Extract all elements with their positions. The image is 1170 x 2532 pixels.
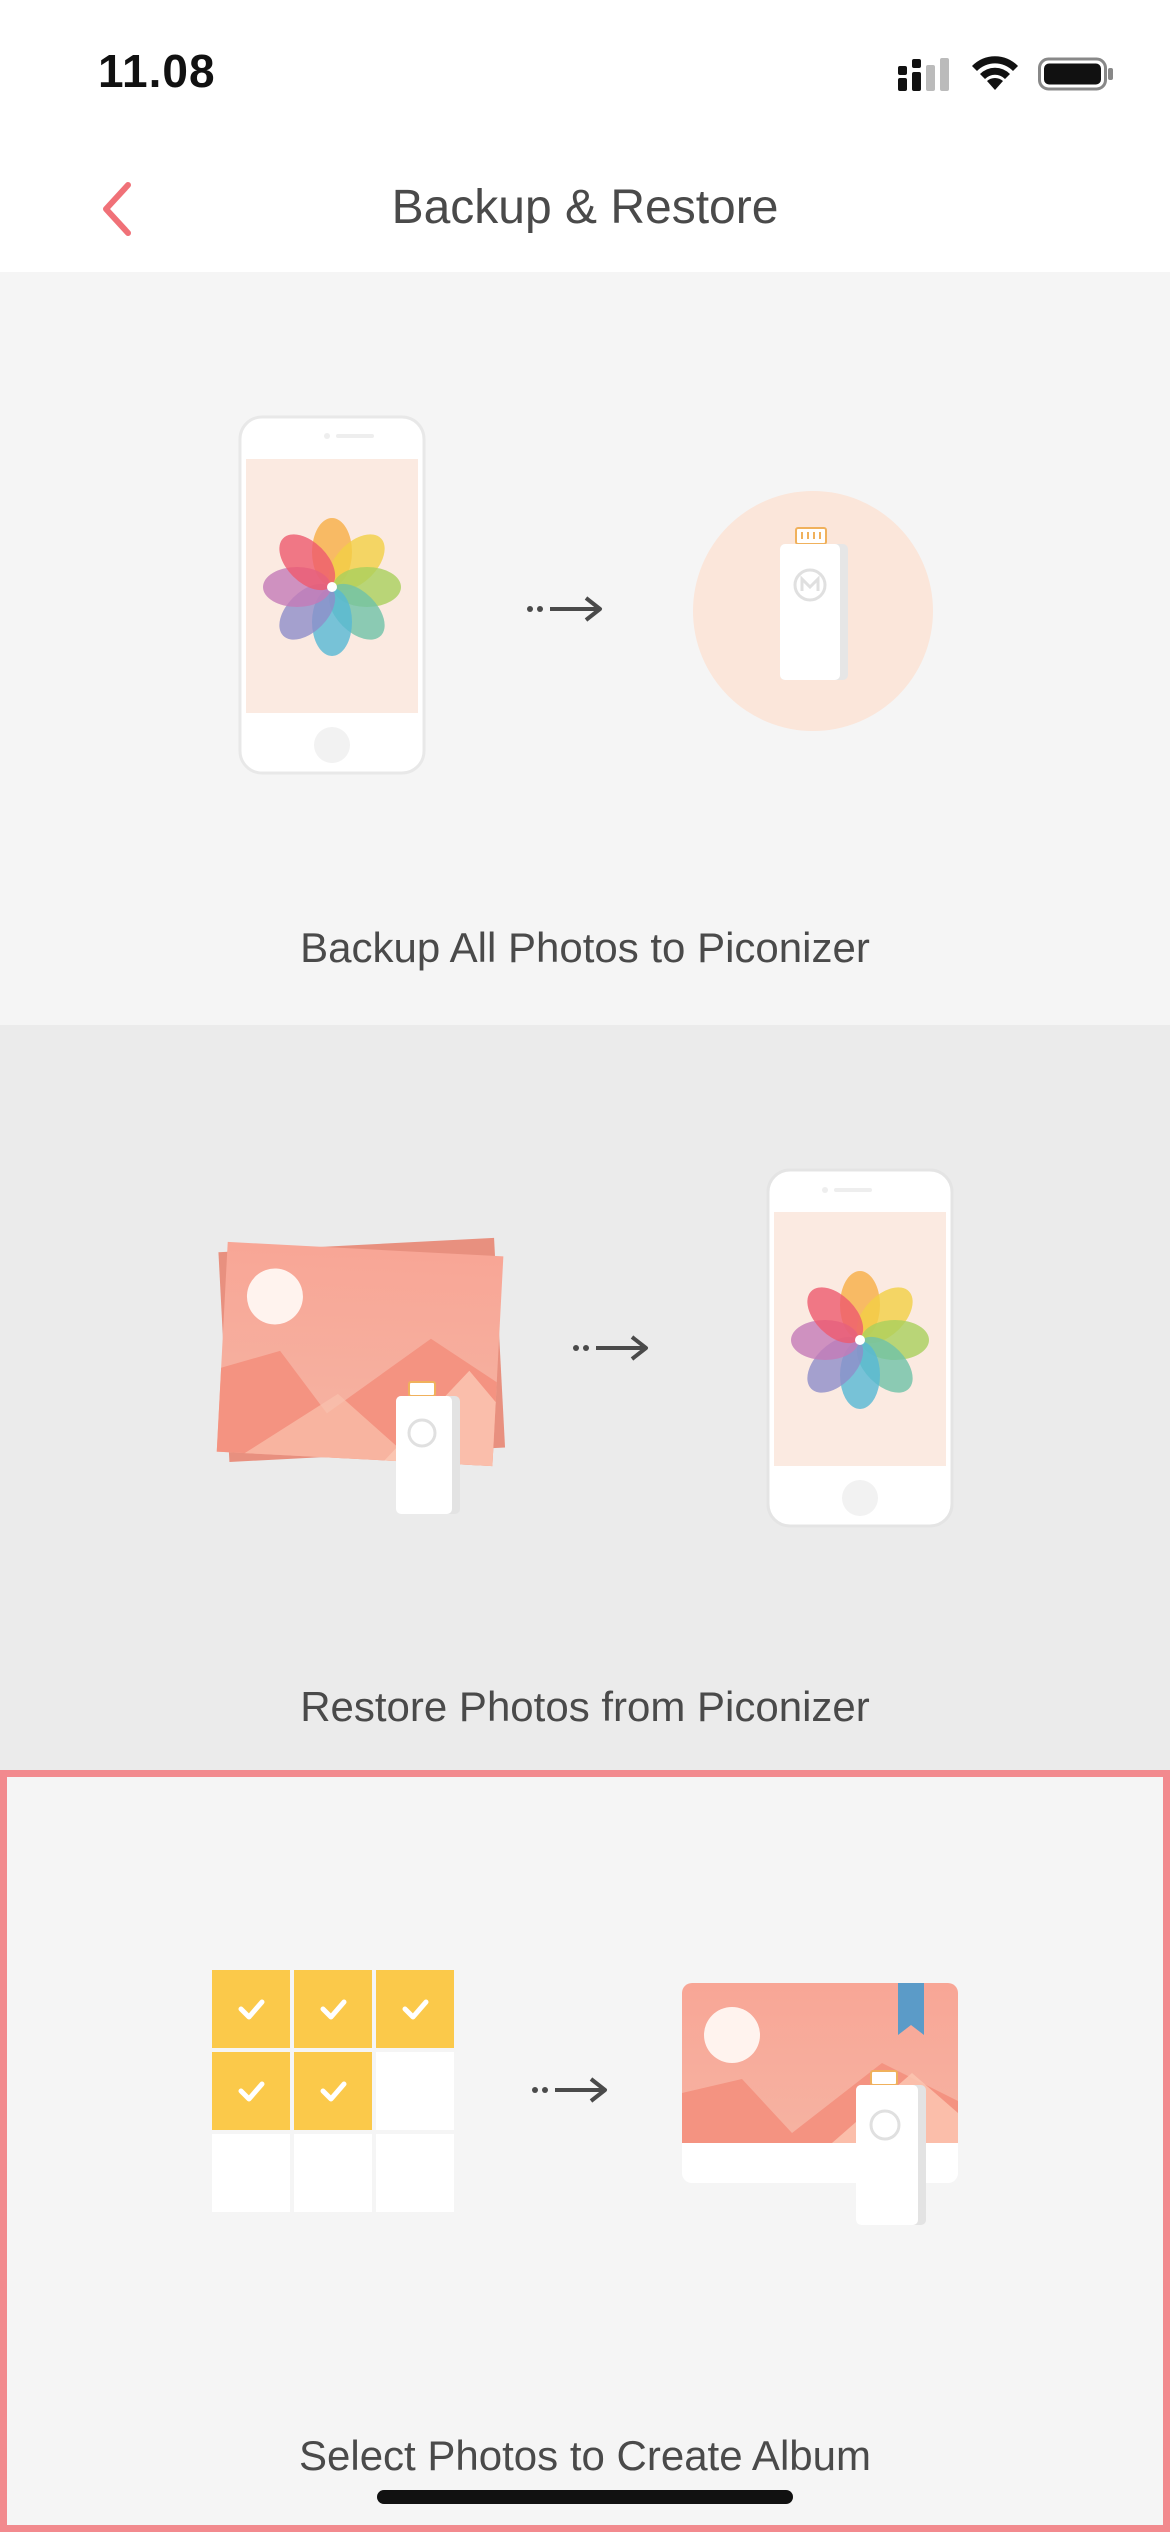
restore-photos-option[interactable]: Restore Photos from Piconizer [0, 1025, 1170, 1770]
battery-icon [1038, 57, 1113, 91]
select-photos-create-album-option[interactable]: Select Photos to Create Album [0, 1770, 1170, 2532]
photos-with-piconizer-illustration [216, 1237, 506, 1514]
phone-with-photos-illustration [238, 415, 426, 775]
cellular-signal-icon [898, 58, 949, 91]
album-with-piconizer-illustration [682, 1983, 958, 2225]
status-icons [898, 52, 1114, 96]
photo-selection-grid-illustration [212, 1970, 454, 2212]
nav-bar: Backup & Restore [0, 140, 1170, 272]
status-time: 11.08 [98, 45, 216, 97]
home-indicator[interactable] [377, 2490, 793, 2504]
phone-with-photos-illustration [766, 1168, 954, 1528]
arrow-right-icon [573, 1335, 648, 1361]
backup-all-photos-label: Backup All Photos to Piconizer [300, 924, 870, 971]
wifi-icon [972, 56, 1018, 90]
page-title: Backup & Restore [391, 181, 779, 234]
restore-photos-label: Restore Photos from Piconizer [300, 1683, 870, 1730]
select-photos-create-album-label: Select Photos to Create Album [299, 2432, 871, 2479]
arrow-right-icon [532, 2077, 607, 2103]
arrow-right-icon [527, 596, 602, 622]
status-bar: 11.08 [0, 0, 1170, 140]
piconizer-device-illustration [693, 491, 933, 731]
backup-all-photos-option[interactable]: Backup All Photos to Piconizer [0, 272, 1170, 1025]
